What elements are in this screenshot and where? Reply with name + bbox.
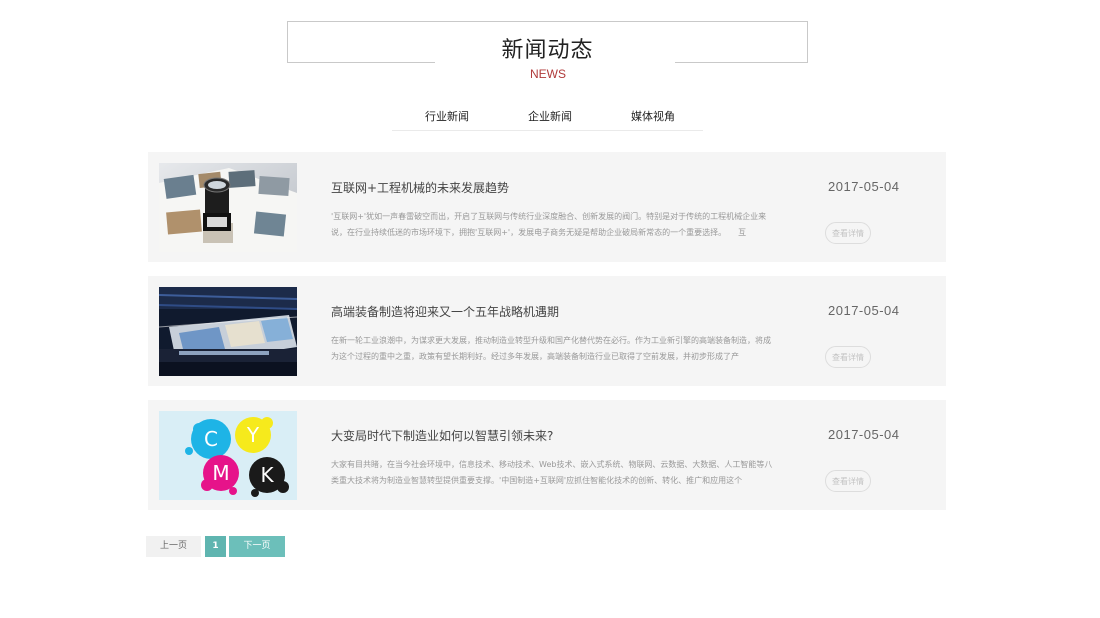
news-title[interactable]: 互联网+工程机械的未来发展趋势 [331, 179, 781, 196]
view-details-button[interactable]: 查看详情 [825, 222, 871, 244]
cmyk-ink-splash-image[interactable]: C Y M K [159, 411, 297, 500]
cmyk-letter-m: M [212, 461, 229, 485]
magnifier-on-prints-image[interactable] [159, 163, 297, 252]
page-number-current[interactable]: 1 [205, 536, 226, 557]
news-date: 2017-05-04 [828, 303, 900, 318]
view-details-button[interactable]: 查看详情 [825, 346, 871, 368]
news-category-tabs: 行业新闻 企业新闻 媒体视角 [392, 104, 703, 131]
prev-page-button[interactable]: 上一页 [146, 536, 201, 557]
news-item: 互联网+工程机械的未来发展趋势 '互联网+'犹如一声春雷破空而出，开启了互联网与… [148, 152, 946, 262]
news-date: 2017-05-04 [828, 179, 900, 194]
tab-industry-news[interactable]: 行业新闻 [425, 108, 469, 124]
tab-company-news[interactable]: 企业新闻 [528, 108, 572, 124]
news-summary: 大家有目共睹，在当今社会环境中，信息技术、移动技术、Web技术、嵌入式系统、物联… [331, 460, 773, 485]
page-subtitle: NEWS [530, 67, 566, 81]
news-title[interactable]: 高端装备制造将迎来又一个五年战略机遇期 [331, 303, 781, 320]
news-title[interactable]: 大变局时代下制造业如何以智慧引领未来? [331, 427, 781, 444]
news-item: C Y M K 大变局时代下制造业如何以智慧引领未来? 大家有目共睹，在当今社会… [148, 400, 946, 510]
page-title: 新闻动态 [501, 38, 594, 63]
cmyk-letter-c: C [204, 427, 218, 451]
printing-press-image[interactable] [159, 287, 297, 376]
news-summary: 在新一轮工业浪潮中，为谋求更大发展，推动制造业转型升级和国产化替代势在必行。作为… [331, 336, 771, 361]
news-item: 高端装备制造将迎来又一个五年战略机遇期 在新一轮工业浪潮中，为谋求更大发展，推动… [148, 276, 946, 386]
cmyk-letter-y: Y [246, 423, 260, 447]
news-summary: '互联网+'犹如一声春雷破空而出，开启了互联网与传统行业深度融合、创新发展的阀门… [331, 212, 767, 237]
view-details-button[interactable]: 查看详情 [825, 470, 871, 492]
section-title-box: 新闻动态 [287, 21, 808, 63]
next-page-button[interactable]: 下一页 [229, 536, 285, 557]
news-date: 2017-05-04 [828, 427, 900, 442]
cmyk-letter-k: K [260, 463, 274, 487]
tab-media-view[interactable]: 媒体视角 [631, 108, 675, 124]
